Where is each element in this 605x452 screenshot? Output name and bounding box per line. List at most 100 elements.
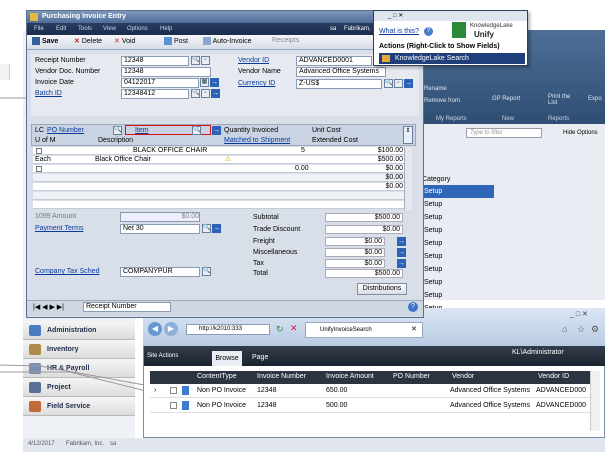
table-row[interactable]: › Non PO Invoice 12348 650.00 Advanced O… xyxy=(150,384,590,398)
note-icon[interactable]: ▫ xyxy=(201,56,210,65)
browse-tab[interactable]: Browse xyxy=(212,351,242,366)
table-row[interactable] xyxy=(33,192,409,200)
expand-arrow-icon[interactable]: → xyxy=(212,126,221,135)
refresh-icon[interactable]: ↻ xyxy=(276,324,284,335)
row-checkbox[interactable] xyxy=(170,387,177,394)
expand-arrow-icon[interactable]: → xyxy=(212,224,221,233)
table-row[interactable]: Non PO Invoice 12348 500.00 Advanced Off… xyxy=(150,399,590,413)
auto-invoice-button[interactable]: Auto-Invoice xyxy=(203,37,251,45)
tools-icon[interactable]: ⚙ xyxy=(591,324,599,335)
col-invoice-amount[interactable]: Invoice Amount xyxy=(326,373,374,380)
lookup-icon[interactable]: 🔍 xyxy=(113,126,122,135)
lc-column[interactable]: LC xyxy=(35,127,44,134)
quantity-invoiced-column[interactable]: Quantity Invoiced xyxy=(224,127,278,134)
receipts-button[interactable]: Receipts xyxy=(272,37,299,44)
batch-id-field[interactable]: 12348412 xyxy=(121,89,189,99)
description-column[interactable]: Description xyxy=(98,137,133,144)
currency-id-field[interactable]: Z-US$ xyxy=(296,79,382,89)
payment-terms-link[interactable]: Payment Terms xyxy=(35,225,84,232)
vendor-doc-field[interactable]: 12348 xyxy=(121,67,211,77)
line-checkbox[interactable] xyxy=(36,166,42,172)
sort-by-select[interactable]: Receipt Number xyxy=(83,302,171,312)
menu-tools[interactable]: Tools xyxy=(78,26,92,32)
note-icon[interactable]: ▫ xyxy=(201,89,210,98)
freight-field[interactable]: $0.00 xyxy=(325,237,385,246)
distributions-button[interactable]: Distributions xyxy=(357,283,407,295)
site-actions-menu[interactable]: Site Actions xyxy=(147,353,178,359)
col-content-type[interactable]: ContentType xyxy=(197,373,237,380)
payment-terms-field[interactable]: Net 30 xyxy=(120,224,200,234)
back-button[interactable]: ◀ xyxy=(148,322,162,336)
col-vendor[interactable]: Vendor xyxy=(452,373,474,380)
col-invoice-number[interactable]: Invoice Number xyxy=(257,373,306,380)
u-of-m-column[interactable]: U of M xyxy=(35,137,56,144)
expand-rows-icon[interactable]: ⇕ xyxy=(403,126,413,144)
lookup-icon[interactable]: 🔍 xyxy=(191,89,200,98)
table-row[interactable]: $0.00 xyxy=(33,183,409,191)
forward-button[interactable]: ▶ xyxy=(164,322,178,336)
delete-button[interactable]: ✕ Delete xyxy=(74,37,102,45)
results-scrollbar[interactable] xyxy=(590,371,600,431)
table-row[interactable] xyxy=(33,201,409,209)
post-button[interactable]: Post xyxy=(164,37,188,45)
vendor-id-field[interactable]: ADVANCED0001 xyxy=(296,56,372,66)
expand-arrow-icon[interactable]: → xyxy=(397,248,406,257)
address-bar[interactable]: http://k2010:333 xyxy=(186,324,270,335)
amount-1099-field[interactable]: $0.00 xyxy=(120,212,200,222)
table-row[interactable]: Each Black Office Chair ⚠ $500.00 xyxy=(33,156,409,164)
table-row[interactable]: BLACK OFFICE CHAIR 5 $100.00 xyxy=(33,147,409,155)
table-row[interactable]: 0.00 $0.00 xyxy=(33,165,409,173)
save-button[interactable]: Save xyxy=(32,37,58,45)
expand-arrow-icon[interactable]: → xyxy=(404,79,413,88)
unit-cost-column[interactable]: Unit Cost xyxy=(312,127,341,134)
row-expand-icon[interactable]: › xyxy=(154,387,156,395)
misc-field[interactable]: $0.00 xyxy=(325,248,385,257)
popup-window-controls[interactable]: _ □ ✕ xyxy=(388,12,403,19)
lookup-icon[interactable]: 🔍 xyxy=(202,224,211,233)
window-controls[interactable]: _ □ ✕ xyxy=(570,310,588,318)
browser-tab[interactable]: UnifyInvoiceSearch xyxy=(305,322,423,338)
lookup-icon[interactable]: 🔍 xyxy=(191,56,200,65)
table-row[interactable]: $0.00 xyxy=(33,174,409,182)
trade-discount-field[interactable]: $0.00 xyxy=(325,225,403,234)
menu-help[interactable]: Help xyxy=(160,26,172,32)
knowledgelake-search-item[interactable]: KnowledgeLake Search xyxy=(379,53,525,64)
menu-file[interactable]: File xyxy=(34,26,44,32)
page-tab[interactable]: Page xyxy=(252,354,268,361)
calendar-icon[interactable]: ▦ xyxy=(200,78,209,87)
whats-this-link[interactable]: What is this? xyxy=(379,28,419,35)
expand-arrow-icon[interactable]: → xyxy=(397,237,406,246)
expand-arrow-icon[interactable]: → xyxy=(397,259,406,268)
note-icon[interactable]: ▫ xyxy=(394,79,403,88)
row-checkbox[interactable] xyxy=(170,402,177,409)
record-nav-buttons[interactable]: |◀ ◀ ▶ ▶| xyxy=(33,303,64,311)
help-icon[interactable]: ? xyxy=(408,302,418,312)
batch-id-link[interactable]: Batch ID xyxy=(35,90,62,97)
expand-arrow-icon[interactable]: → xyxy=(210,78,219,87)
favorites-icon[interactable]: ☆ xyxy=(577,324,585,335)
po-number-column[interactable]: PO Number xyxy=(47,127,84,134)
menu-options[interactable]: Options xyxy=(127,26,148,32)
currency-id-link[interactable]: Currency ID xyxy=(238,80,275,87)
vendor-name-field[interactable]: Advanced Office Systems xyxy=(296,67,386,77)
vendor-id-link[interactable]: Vendor ID xyxy=(238,57,269,64)
extended-cost-column[interactable]: Extended Cost xyxy=(312,137,358,144)
line-checkbox[interactable] xyxy=(36,148,42,154)
lookup-icon[interactable]: 🔍 xyxy=(192,126,201,135)
home-icon[interactable]: ⌂ xyxy=(562,324,567,334)
menu-view[interactable]: View xyxy=(103,26,116,32)
invoice-date-field[interactable]: 04122017 xyxy=(121,78,199,88)
matched-to-shipment-column[interactable]: Matched to Shipment xyxy=(224,137,290,144)
lookup-icon[interactable]: 🔍 xyxy=(384,79,393,88)
user-menu[interactable]: KL\Administrator xyxy=(512,349,564,356)
void-button[interactable]: ✕ Void xyxy=(114,37,135,45)
col-po-number[interactable]: PO Number xyxy=(393,373,430,380)
tab-close-icon[interactable]: ✕ xyxy=(411,325,417,333)
lookup-icon[interactable]: 🔍 xyxy=(202,267,211,276)
tax-schedule-field[interactable]: COMPANYPUR xyxy=(120,267,200,277)
stop-icon[interactable]: ✕ xyxy=(290,323,298,334)
grid-scrollbar[interactable] xyxy=(404,147,412,210)
expand-arrow-icon[interactable]: → xyxy=(211,89,220,98)
col-vendor-id[interactable]: Vendor ID xyxy=(538,373,569,380)
tax-schedule-link[interactable]: Company Tax Sched xyxy=(35,268,99,275)
